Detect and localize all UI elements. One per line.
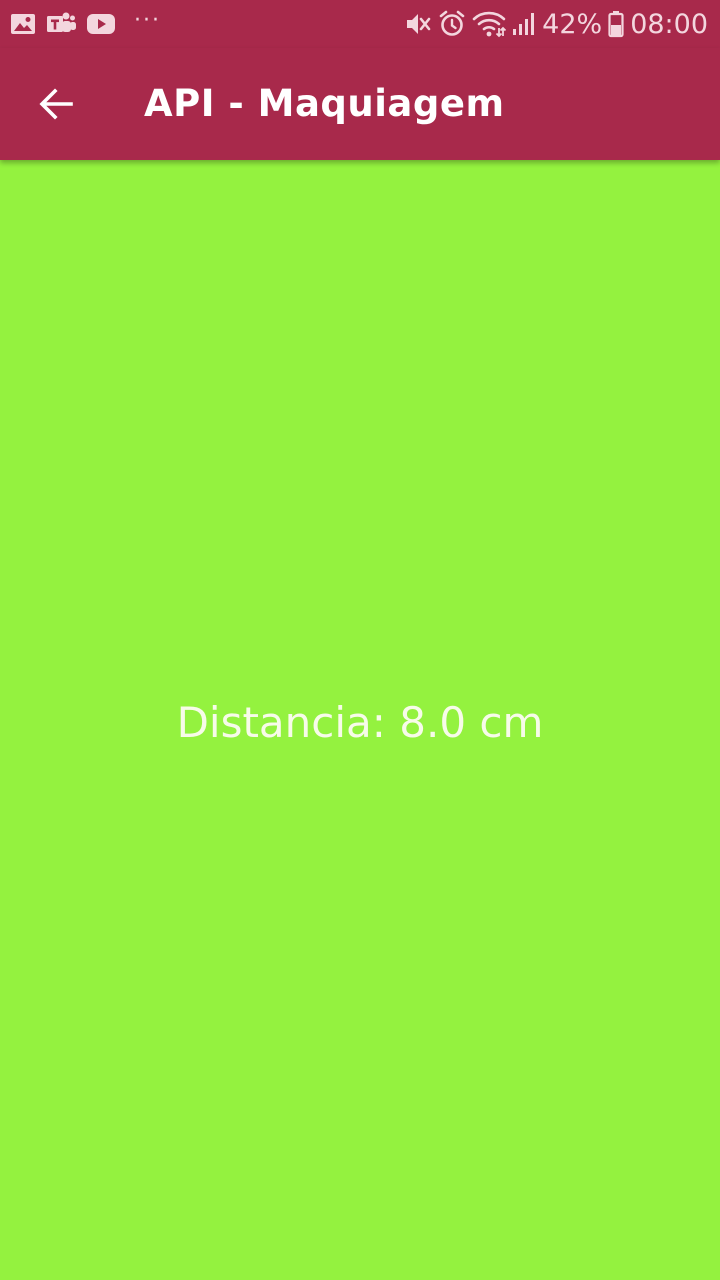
- battery-icon: [608, 10, 624, 38]
- youtube-icon: [86, 13, 116, 35]
- distance-readout: Distancia: 8.0 cm: [176, 698, 544, 747]
- page-title: API - Maquiagem: [144, 82, 505, 125]
- status-bar-right: 42% 08:00: [404, 0, 708, 48]
- arrow-back-icon: [38, 86, 74, 122]
- battery-percent: 42%: [542, 8, 603, 40]
- app-bar: API - Maquiagem: [0, 48, 720, 160]
- clock: 08:00: [630, 8, 708, 40]
- back-button[interactable]: [22, 70, 90, 138]
- status-bar: ··· 42% 08:00: [0, 0, 720, 48]
- app-screen: ··· 42% 08:00 API - Maquiagem Distancia:…: [0, 0, 720, 1280]
- signal-icon: [512, 11, 536, 37]
- status-bar-left: ···: [10, 0, 161, 48]
- mute-icon: [404, 11, 432, 37]
- teams-icon: [46, 11, 76, 37]
- alarm-icon: [438, 10, 466, 38]
- wifi-icon: [472, 10, 507, 38]
- overflow-dots-icon: ···: [134, 7, 161, 33]
- gallery-icon: [10, 12, 36, 36]
